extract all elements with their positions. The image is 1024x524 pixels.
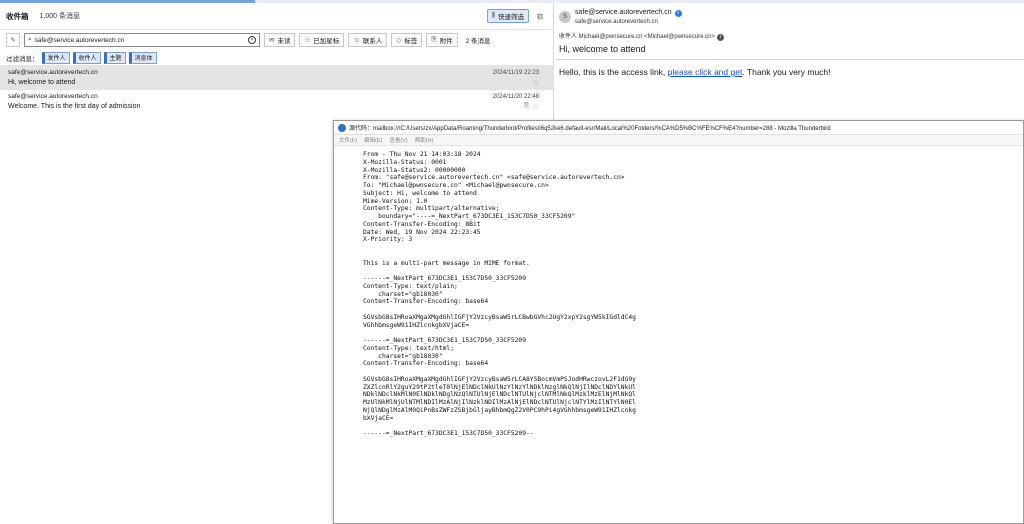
search-icon: ⌕	[28, 36, 32, 43]
pin-icon[interactable]: ✎	[6, 33, 20, 47]
attachment-icon: ⎘	[524, 103, 529, 109]
to-field: 收件人 Michael@pwnsecure.cn <Michael@pwnsec…	[559, 31, 724, 41]
filter-subject-chip[interactable]: 主题	[103, 51, 126, 64]
filter-label: 过滤消息：	[6, 55, 39, 63]
info-icon[interactable]: i	[716, 34, 724, 41]
message-date: 2024/11/20 22:48	[492, 94, 539, 100]
filter-icon: ⫼	[492, 12, 495, 19]
filter-body-label: 消息体	[134, 56, 153, 62]
star-icon: ☆	[304, 37, 311, 44]
clear-search-icon[interactable]: ×	[248, 36, 256, 44]
folder-header: 收件箱 1,000 条消息 ⫼ 快速筛选 祢	[0, 3, 553, 30]
filter-attachment-label: 附件	[439, 38, 453, 45]
from-name[interactable]: safe@service.autorevertech.cn i	[575, 9, 682, 17]
filter-recipient-label: 收件人	[78, 56, 97, 62]
message-row[interactable]: safe@service.autorevertech.cn Welcome. T…	[0, 90, 554, 114]
filter-by-row: 过滤消息： 发件人 收件人 主题 消息体	[0, 50, 553, 66]
quick-filter-button[interactable]: ⫼ 快速筛选	[487, 9, 529, 23]
filter-body-chip[interactable]: 消息体	[128, 51, 157, 64]
menu-help[interactable]: 帮助(H)	[415, 136, 434, 144]
filter-contact-label: 联系人	[362, 38, 383, 45]
star-icon[interactable]: ☆	[533, 103, 539, 111]
menu-file[interactable]: 文件(F)	[339, 136, 357, 144]
message-row[interactable]: safe@service.autorevertech.cn Hi, welcom…	[0, 66, 554, 90]
info-icon[interactable]: i	[674, 10, 682, 17]
body-text-after: . Thank you very much!	[742, 67, 831, 77]
filter-tag-label: 标签	[404, 38, 418, 45]
message-date: 2024/11/19 22:23	[492, 70, 539, 76]
contact-icon: ☺	[353, 36, 360, 44]
message-subject-header: Hi, welcome to attend	[559, 44, 646, 54]
filter-recipient-chip[interactable]: 收件人	[72, 51, 101, 64]
message-subject: Hi, welcome to attend	[8, 79, 76, 86]
filter-starred-label: 已加星标	[313, 38, 340, 45]
message-body: Hello, this is the access link, please c…	[555, 60, 1024, 84]
message-count: 1,000 条消息	[39, 13, 80, 20]
filter-starred-button[interactable]: ☆ 已加星标	[299, 33, 345, 47]
menu-view[interactable]: 查看(V)	[389, 136, 407, 144]
message-sender: safe@service.autorevertech.cn	[8, 93, 98, 100]
source-view-window: 源代码：mailbox:///C:/Users/zx/AppData/Roami…	[333, 120, 1024, 524]
quick-filter-bar: ✎ ⌕ safe@service.autorevertech.cn × ✉ 未读 …	[0, 32, 553, 48]
search-value: safe@service.autorevertech.cn	[34, 36, 125, 44]
source-window-title: 源代码：mailbox:///C:/Users/zx/AppData/Roami…	[349, 126, 831, 132]
star-icon[interactable]: ☆	[533, 79, 539, 87]
from-address: safe@service.autorevertech.cn	[575, 19, 658, 25]
unread-icon: ✉	[269, 37, 275, 44]
quick-filter-label: 快速筛选	[498, 14, 524, 21]
filter-contact-button[interactable]: ☺ 联系人	[348, 33, 388, 47]
folder-name: 收件箱	[6, 11, 29, 21]
to-text: 收件人 Michael@pwnsecure.cn <Michael@pwnsec…	[559, 34, 715, 40]
message-source-text: From - Thu Nov 21 14:03:18 2024 X-Mozill…	[363, 151, 636, 437]
from-name-text: safe@service.autorevertech.cn	[575, 9, 672, 16]
filter-sender-label: 发件人	[47, 56, 66, 62]
message-header: S safe@service.autorevertech.cn i safe@se…	[555, 3, 1024, 60]
filter-attachment-button[interactable]: ⎘ 附件	[426, 33, 458, 47]
access-link[interactable]: please click and get	[668, 67, 743, 77]
message-subject: Welcome. This is the first day of admiss…	[8, 103, 141, 110]
source-menu-bar: 文件(F) 编辑(E) 查看(V) 帮助(H)	[334, 135, 1023, 146]
menu-edit[interactable]: 编辑(E)	[364, 136, 382, 144]
tag-icon: ◇	[396, 37, 402, 44]
more-options-button[interactable]: 祢	[533, 9, 547, 23]
filter-subject-label: 主题	[109, 56, 122, 62]
attachment-icon: ⎘	[431, 36, 437, 43]
source-window-titlebar[interactable]: 源代码：mailbox:///C:/Users/zx/AppData/Roami…	[334, 121, 1023, 135]
search-input[interactable]: ⌕ safe@service.autorevertech.cn ×	[24, 33, 260, 47]
message-sender: safe@service.autorevertech.cn	[8, 69, 98, 76]
filter-sender-chip[interactable]: 发件人	[41, 51, 70, 64]
match-count: 2 条消息	[465, 38, 491, 45]
more-options-label: 祢	[536, 14, 544, 21]
filter-tag-button[interactable]: ◇ 标签	[391, 33, 423, 47]
filter-unread-button[interactable]: ✉ 未读	[264, 33, 296, 47]
avatar: S	[559, 11, 571, 23]
thunderbird-icon	[338, 123, 346, 132]
body-text-before: Hello, this is the access link,	[559, 67, 668, 77]
filter-unread-label: 未读	[277, 38, 291, 45]
